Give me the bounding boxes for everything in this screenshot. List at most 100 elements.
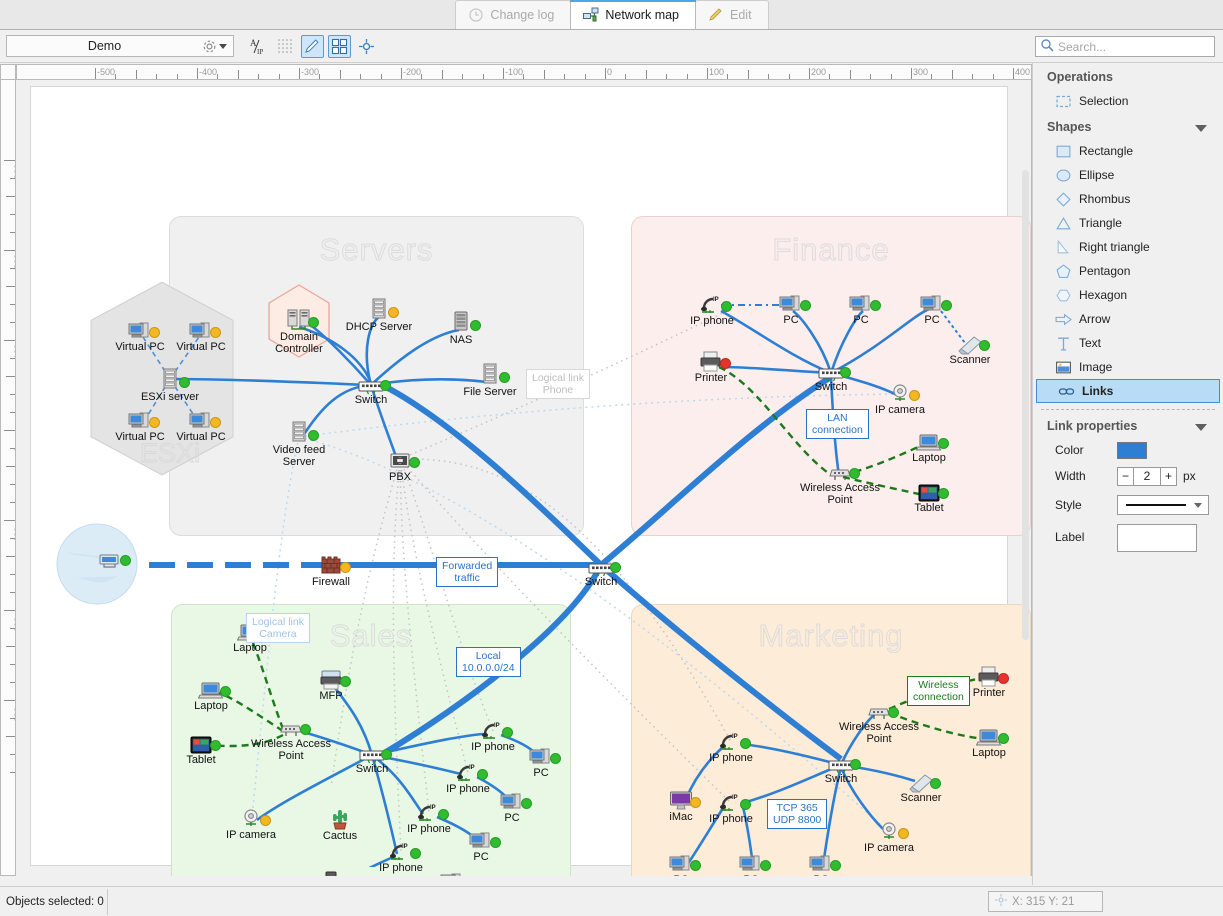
map-node-wireless-access-point[interactable]: Wireless Access Point xyxy=(248,713,334,762)
width-value[interactable]: 2 xyxy=(1134,466,1160,486)
sidebar-item-links[interactable]: Links xyxy=(1036,379,1220,403)
map-link-label-local-10-0-0-0-24[interactable]: Local 10.0.0.0/24 xyxy=(456,647,521,677)
server-icon xyxy=(447,361,533,387)
map-node-pc[interactable]: PC xyxy=(409,867,495,876)
map-node-scanner[interactable]: Scanner xyxy=(927,329,1013,366)
map-node-esxi-server[interactable]: ESXi server xyxy=(127,366,213,403)
map-node-ip-phone[interactable]: IP IP phone xyxy=(688,727,774,764)
gear-icon[interactable] xyxy=(202,39,217,54)
width-decrement-button[interactable]: − xyxy=(1117,466,1134,486)
ipphone-icon: IP xyxy=(386,798,472,824)
map-node-pbx[interactable]: PBX xyxy=(357,446,443,483)
map-node-switch[interactable]: Switch xyxy=(798,748,884,785)
width-increment-button[interactable]: + xyxy=(1160,466,1177,486)
sidebar-item-label: Hexagon xyxy=(1079,288,1128,302)
sidebar-item-rhombus[interactable]: Rhombus xyxy=(1033,187,1223,211)
map-node-printer[interactable]: Printer xyxy=(668,347,754,384)
map-node-ip-camera[interactable]: IP camera xyxy=(857,379,943,416)
map-node-pc[interactable]: PC xyxy=(889,289,975,326)
map-node-virtual-pc[interactable]: Virtual PC xyxy=(158,316,244,353)
map-node-mfp[interactable]: MFP xyxy=(288,665,374,702)
status-dot-green xyxy=(800,300,811,311)
map-node-ip-camera[interactable]: IP camera xyxy=(208,804,294,841)
map-link-label-wireless-connection[interactable]: Wireless connection xyxy=(907,676,970,706)
name-ip-toggle-button[interactable]: A IP xyxy=(247,35,270,58)
map-node-domain-controller[interactable]: Domain Controller xyxy=(256,306,342,355)
map-link-label-logical-link-phone[interactable]: Logical link Phone xyxy=(526,369,590,399)
sidebar-item-text[interactable]: Text xyxy=(1033,331,1223,355)
map-node-ip-phone[interactable]: IP IP phone xyxy=(688,788,774,825)
map-selector-dropdown[interactable]: Demo xyxy=(6,35,234,57)
chevron-down-icon[interactable] xyxy=(1195,125,1207,132)
sidebar-item-hexagon[interactable]: Hexagon xyxy=(1033,283,1223,307)
map-node-scanner[interactable]: Scanner xyxy=(878,767,964,804)
sidebar-item-pentagon[interactable]: Pentagon xyxy=(1033,259,1223,283)
map-node-label: PC xyxy=(504,812,520,824)
sidebar-item-selection[interactable]: Selection xyxy=(1033,89,1223,113)
network-map-canvas[interactable]: ServersFinanceSalesMarketing ESXi xyxy=(30,86,1031,876)
ruler-corner xyxy=(0,64,16,80)
ruler-minor-tick xyxy=(339,70,341,79)
map-node-switch[interactable]: Switch xyxy=(328,369,414,406)
tab-change-log[interactable]: Change log xyxy=(455,0,572,29)
link-label-input[interactable] xyxy=(1117,524,1197,552)
ipcamera-icon xyxy=(846,817,932,843)
canvas-vertical-scrollbar[interactable] xyxy=(1022,170,1029,640)
map-node-tablet[interactable]: Tablet xyxy=(158,729,244,766)
map-canvas-viewport[interactable]: ServersFinanceSalesMarketing ESXi xyxy=(16,80,1032,876)
link-style-select[interactable] xyxy=(1117,495,1209,515)
map-node-ups[interactable]: UPS xyxy=(288,867,374,876)
group-view-button[interactable] xyxy=(328,34,351,58)
map-node-nas[interactable]: NAS xyxy=(418,309,504,346)
link-width-stepper[interactable]: − 2 + xyxy=(1117,466,1177,486)
map-node-laptop[interactable]: Laptop xyxy=(946,722,1031,759)
map-node-tablet[interactable]: Tablet xyxy=(886,477,972,514)
sidebar-item-triangle[interactable]: Triangle xyxy=(1033,211,1223,235)
map-node-file-server[interactable]: File Server xyxy=(447,361,533,398)
chevron-down-icon[interactable] xyxy=(1195,424,1207,431)
map-node-pc[interactable]: PC xyxy=(438,826,524,863)
map-node-dhcp-server[interactable]: DHCP Server xyxy=(336,296,422,333)
map-node-laptop[interactable]: Laptop xyxy=(168,675,254,712)
sidebar-item-rectangle[interactable]: Rectangle xyxy=(1033,139,1223,163)
map-node-wireless-access-point[interactable]: Wireless Access Point xyxy=(797,457,883,506)
map-node-video-feed-server[interactable]: Video feed Server xyxy=(256,419,342,468)
tab-edit[interactable]: Edit xyxy=(695,0,769,29)
sidebar-item-image[interactable]: Image xyxy=(1033,355,1223,379)
tab-network-map[interactable]: Network map xyxy=(570,0,697,29)
map-node-firewall[interactable]: Firewall xyxy=(288,551,374,588)
map-node-pc[interactable]: PC xyxy=(778,849,864,876)
search-input[interactable] xyxy=(1054,38,1215,55)
map-node-laptop[interactable]: Laptop xyxy=(886,427,972,464)
map-node-switch[interactable]: Switch xyxy=(558,551,644,588)
map-link-label-tcp-365-udp-8800[interactable]: TCP 365 UDP 8800 xyxy=(767,799,828,829)
link-properties-header[interactable]: Link properties xyxy=(1033,412,1223,438)
sidebar-item-right-triangle[interactable]: Right triangle xyxy=(1033,235,1223,259)
ipphone-icon: IP xyxy=(358,837,444,863)
center-map-button[interactable] xyxy=(355,35,378,58)
chevron-down-icon[interactable] xyxy=(219,43,227,49)
sidebar-item-arrow[interactable]: Arrow xyxy=(1033,307,1223,331)
dot-grid-icon-button[interactable] xyxy=(274,35,297,58)
link-color-swatch[interactable] xyxy=(1117,441,1147,459)
map-link-label-lan-connection[interactable]: LAN connection xyxy=(806,409,869,439)
map-node-pc[interactable]: PC xyxy=(469,787,555,824)
map-node-virtual-pc[interactable]: Virtual PC xyxy=(158,406,244,443)
search-box[interactable] xyxy=(1035,36,1215,57)
server-icon xyxy=(256,419,342,445)
ruler-label: 100 xyxy=(709,67,725,77)
status-dot-green xyxy=(610,562,621,573)
shapes-header[interactable]: Shapes xyxy=(1033,113,1223,139)
status-dot-yellow xyxy=(210,417,221,428)
map-link-label-forwarded-traffic[interactable]: Forwarded traffic xyxy=(436,557,499,587)
rhombus-icon xyxy=(1055,191,1072,208)
sidebar-item-ellipse[interactable]: Ellipse xyxy=(1033,163,1223,187)
edit-mode-button[interactable] xyxy=(301,34,324,58)
status-dot-green xyxy=(179,377,190,388)
map-node-ip-phone[interactable]: IP IP phone xyxy=(669,290,755,327)
map-node-router[interactable]: Router xyxy=(56,523,154,605)
link-width-row: Width − 2 + px xyxy=(1033,462,1223,490)
chevron-down-icon[interactable] xyxy=(1194,502,1202,508)
map-node-switch[interactable]: Switch xyxy=(329,738,415,775)
map-link-label-logical-link-camera[interactable]: Logical link Camera xyxy=(246,613,310,643)
